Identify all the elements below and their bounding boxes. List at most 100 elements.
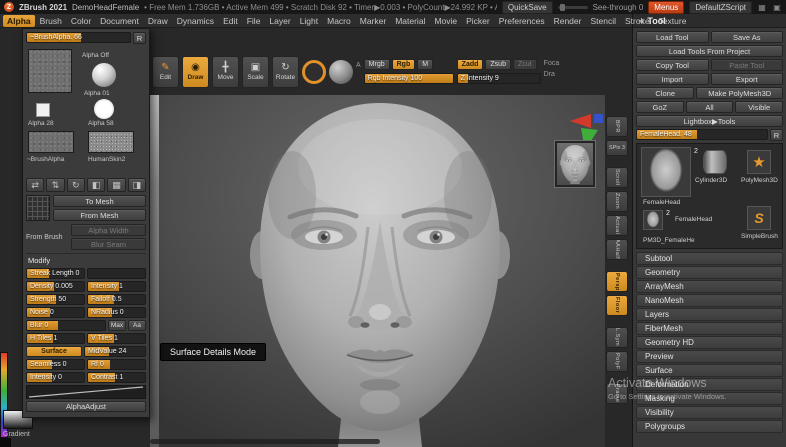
spix-button[interactable]: SPix 3 bbox=[606, 140, 628, 156]
section-arraymesh[interactable]: ArrayMesh bbox=[636, 280, 783, 293]
bpr-button[interactable]: BPR bbox=[606, 116, 628, 137]
to-mesh-button[interactable]: To Mesh bbox=[53, 195, 146, 207]
z-axis-indicator[interactable] bbox=[594, 114, 603, 123]
goz-button[interactable]: GoZ bbox=[636, 101, 684, 113]
lsym-button[interactable]: L.Sym bbox=[606, 327, 628, 348]
frame-button[interactable]: Frame bbox=[606, 383, 628, 404]
rgb-intensity-slider[interactable]: Rgb Intensity 100 bbox=[363, 73, 454, 84]
floor-button[interactable]: Floor bbox=[606, 295, 628, 316]
contrast-button[interactable]: ◨ bbox=[127, 178, 146, 192]
alpha-adjust-curve[interactable] bbox=[26, 385, 146, 399]
sculpt-canvas[interactable] bbox=[150, 95, 605, 447]
lightbox-tools-button[interactable]: Lightbox▶Tools bbox=[636, 115, 783, 127]
focal-shift-label[interactable]: Foca bbox=[544, 60, 564, 67]
see-through-slider[interactable] bbox=[557, 3, 588, 11]
section-fibermesh[interactable]: FiberMesh bbox=[636, 322, 783, 335]
simplebrush-thumbnail[interactable]: S bbox=[747, 206, 771, 230]
copy-tool-button[interactable]: Copy Tool bbox=[636, 59, 709, 71]
noise-slider[interactable]: Noise 0 bbox=[26, 307, 85, 318]
quicksave-button[interactable]: QuickSave bbox=[501, 0, 553, 14]
mrgb-button[interactable]: Mrgb bbox=[363, 59, 390, 70]
current-alpha-thumbnail[interactable] bbox=[28, 49, 72, 93]
midvalue-slider[interactable]: MidValue 24 bbox=[84, 346, 146, 357]
load-tool-button[interactable]: Load Tool bbox=[636, 31, 709, 43]
menu-item-brush[interactable]: Brush bbox=[36, 15, 66, 27]
tool-preview-thumbnail[interactable] bbox=[554, 140, 596, 188]
menu-item-alpha[interactable]: Alpha bbox=[3, 14, 35, 27]
menu-item-material[interactable]: Material bbox=[391, 15, 429, 27]
save-as-button[interactable]: Save As bbox=[710, 31, 783, 43]
menu-item-document[interactable]: Document bbox=[96, 15, 143, 27]
blur-seam-button[interactable]: Blur Seam bbox=[71, 238, 146, 250]
mres-button[interactable]: ▦ bbox=[107, 178, 126, 192]
max-button[interactable]: Max bbox=[108, 320, 126, 331]
polymesh3d-thumbnail[interactable]: ★ bbox=[747, 150, 771, 174]
section-geometry-hd[interactable]: Geometry HD bbox=[636, 336, 783, 349]
contrast-slider[interactable]: Contrast 1 bbox=[87, 372, 146, 383]
section-nanomesh[interactable]: NanoMesh bbox=[636, 294, 783, 307]
brushalpha-thumbnail[interactable] bbox=[28, 131, 74, 153]
menu-item-marker[interactable]: Marker bbox=[356, 15, 390, 27]
draw-button[interactable]: ◉ Draw bbox=[182, 56, 209, 88]
from-brush-label[interactable]: From Brush bbox=[26, 234, 68, 241]
z-intensity-slider[interactable]: Z Intensity 9 bbox=[456, 73, 541, 84]
menu-item-picker[interactable]: Picker bbox=[462, 15, 494, 27]
material-sphere-icon[interactable] bbox=[329, 60, 353, 84]
clone-button[interactable]: Clone bbox=[636, 87, 695, 99]
menu-item-file[interactable]: File bbox=[243, 15, 265, 27]
from-mesh-button[interactable]: From Mesh bbox=[53, 209, 146, 221]
alpha-off-label[interactable]: Alpha Off bbox=[82, 52, 109, 59]
cylinder3d-thumbnail[interactable] bbox=[703, 150, 727, 174]
persp-button[interactable]: Persp bbox=[606, 271, 628, 292]
section-layers[interactable]: Layers bbox=[636, 308, 783, 321]
polyf-button[interactable]: PolyF bbox=[606, 351, 628, 372]
zbrush-logo-icon[interactable]: Z bbox=[4, 2, 14, 12]
section-deformation[interactable]: Deformation bbox=[636, 378, 783, 391]
v-tiles-slider[interactable]: V Tiles 1 bbox=[87, 333, 146, 344]
make-polymesh3d-button[interactable]: Make PolyMesh3D bbox=[696, 87, 783, 99]
flip-v-button[interactable]: ⇅ bbox=[46, 178, 65, 192]
edit-button[interactable]: ✎ Edit bbox=[152, 56, 179, 88]
zscript-button[interactable]: DefaultZScript bbox=[689, 0, 752, 14]
rgb-button[interactable]: Rgb bbox=[391, 59, 416, 70]
menu-item-macro[interactable]: Macro bbox=[323, 15, 355, 27]
section-geometry[interactable]: Geometry bbox=[636, 266, 783, 279]
alpha-r-button[interactable]: R bbox=[133, 32, 146, 44]
menu-item-stroke[interactable]: Stroke bbox=[621, 15, 654, 27]
import-button[interactable]: Import bbox=[636, 73, 709, 85]
h-tiles-slider[interactable]: H Tiles 1 bbox=[26, 333, 85, 344]
scale-button[interactable]: ▣ Scale bbox=[242, 56, 269, 88]
rf-slider[interactable]: Rf 0 bbox=[87, 359, 146, 370]
modify-section-title[interactable]: Modify bbox=[26, 253, 146, 268]
move-button[interactable]: ╋ Move bbox=[212, 56, 239, 88]
menu-item-render[interactable]: Render bbox=[550, 15, 586, 27]
menu-item-layer[interactable]: Layer bbox=[265, 15, 294, 27]
zsub-button[interactable]: Zsub bbox=[485, 59, 511, 70]
grid-icon[interactable]: ▦ bbox=[757, 2, 767, 12]
streak-length-slider[interactable]: Streak Length 0 bbox=[26, 268, 85, 279]
menu-item-edit[interactable]: Edit bbox=[219, 15, 242, 27]
alpha-adjust-button[interactable]: AlphaAdjust bbox=[26, 401, 146, 412]
intensity-slider[interactable]: Intensity 1 bbox=[87, 281, 146, 292]
section-subtool[interactable]: Subtool bbox=[636, 252, 783, 265]
femalehead-tool-thumbnail[interactable] bbox=[641, 147, 691, 197]
rotate-90-button[interactable]: ↻ bbox=[66, 178, 85, 192]
strength-slider[interactable]: Strength 50 bbox=[26, 294, 85, 305]
tool-r-button[interactable]: R bbox=[770, 129, 783, 141]
section-polygroups[interactable]: Polygroups bbox=[636, 420, 783, 433]
density-slider[interactable]: Density 0.005 bbox=[26, 281, 85, 292]
menus-button[interactable]: Menus bbox=[648, 0, 685, 14]
seamless-slider[interactable]: Seamless 0 bbox=[26, 359, 85, 370]
menu-item-preferences[interactable]: Preferences bbox=[495, 15, 549, 27]
zoom-button[interactable]: Zoom bbox=[606, 191, 628, 212]
current-tool-slider[interactable]: FemaleHead. 48 bbox=[636, 129, 768, 140]
zadd-button[interactable]: Zadd bbox=[456, 59, 484, 70]
menu-item-stencil[interactable]: Stencil bbox=[586, 15, 620, 27]
export-button[interactable]: Export bbox=[710, 73, 783, 85]
window-icon[interactable]: ▣ bbox=[772, 2, 782, 12]
canvas-viewport[interactable]: Surface Details Mode bbox=[150, 95, 605, 447]
section-surface[interactable]: Surface bbox=[636, 364, 783, 377]
canvas-scrollbar[interactable] bbox=[150, 439, 380, 444]
aa-button[interactable]: Aa bbox=[128, 320, 146, 331]
menu-item-texture[interactable]: Texture bbox=[655, 15, 691, 27]
